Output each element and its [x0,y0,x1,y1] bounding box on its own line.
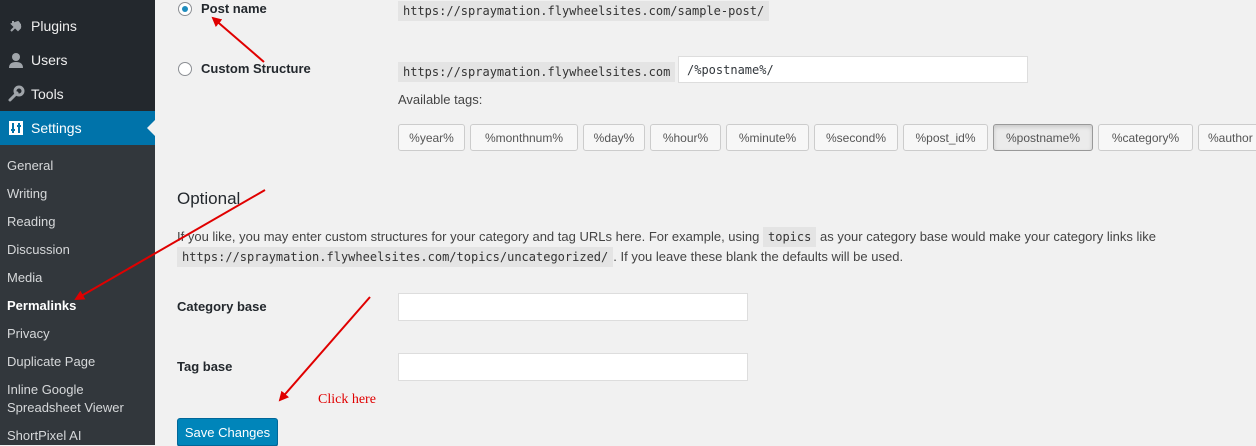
menu-item-plugins[interactable]: Plugins [0,9,155,43]
submenu-writing[interactable]: Writing [7,185,147,203]
tag-hour-button[interactable]: %hour% [650,124,721,151]
menu-item-users[interactable]: Users [0,43,155,77]
submenu-reading[interactable]: Reading [7,213,147,231]
tag-author-button[interactable]: %author [1198,124,1256,151]
tag-day-button[interactable]: %day% [583,124,645,151]
category-base-input[interactable] [398,293,748,321]
user-icon [6,50,26,70]
tag-minute-button[interactable]: %minute% [726,124,809,151]
desc-text-3: . If you leave these blank the defaults … [613,249,904,264]
main-content: Post name https://spraymation.flywheelsi… [155,0,1256,446]
tag-category-button[interactable]: %category% [1098,124,1193,151]
plug-icon [6,16,26,36]
post-name-label: Post name [201,1,267,16]
menu-item-tools[interactable]: Tools [0,77,155,111]
custom-structure-input[interactable] [678,56,1028,83]
settings-submenu: General Writing Reading Discussion Media… [0,145,155,445]
admin-sidebar: Plugins Users Tools Settings General Wri… [0,0,155,445]
wrench-icon [6,84,26,104]
available-tags-label: Available tags: [398,92,483,107]
menu-label: Tools [31,86,64,102]
settings-icon [6,118,26,138]
submenu-shortpixel-ai[interactable]: ShortPixel AI [7,427,147,445]
custom-structure-base: https://spraymation.flywheelsites.com [398,62,676,82]
menu-label: Plugins [31,18,77,34]
submenu-permalinks[interactable]: Permalinks [7,297,147,315]
submenu-discussion[interactable]: Discussion [7,241,147,259]
menu-label: Users [31,52,68,68]
save-changes-button[interactable]: Save Changes [177,418,278,446]
custom-structure-label: Custom Structure [201,61,311,76]
tag-base-input[interactable] [398,353,748,381]
submenu-duplicate-page[interactable]: Duplicate Page [7,353,147,371]
tag-post-id-button[interactable]: %post_id% [903,124,988,151]
menu-item-settings[interactable]: Settings [0,111,155,145]
optional-description: If you like, you may enter custom struct… [177,227,1237,267]
submenu-media[interactable]: Media [7,269,147,287]
submenu-inline-google-spreadsheet-viewer[interactable]: Inline Google Spreadsheet Viewer [7,381,147,417]
tag-base-label: Tag base [177,359,233,374]
desc-text-1: If you like, you may enter custom struct… [177,229,760,244]
tag-monthnum-button[interactable]: %monthnum% [470,124,578,151]
tag-second-button[interactable]: %second% [814,124,898,151]
desc-code-topics: topics [763,227,817,247]
tag-postname-button[interactable]: %postname% [993,124,1093,151]
tag-year-button[interactable]: %year% [398,124,465,151]
desc-text-2: as your category base would make your ca… [819,229,1156,244]
optional-heading: Optional [177,189,241,208]
click-here-annotation: Click here [318,392,376,407]
desc-code-url: https://spraymation.flywheelsites.com/to… [177,247,614,267]
custom-structure-radio[interactable] [178,62,192,76]
menu-label: Settings [31,120,82,136]
submenu-general[interactable]: General [7,157,147,175]
post-name-radio[interactable] [178,2,192,16]
submenu-privacy[interactable]: Privacy [7,325,147,343]
post-name-example: https://spraymation.flywheelsites.com/sa… [398,1,770,21]
category-base-label: Category base [177,299,267,314]
